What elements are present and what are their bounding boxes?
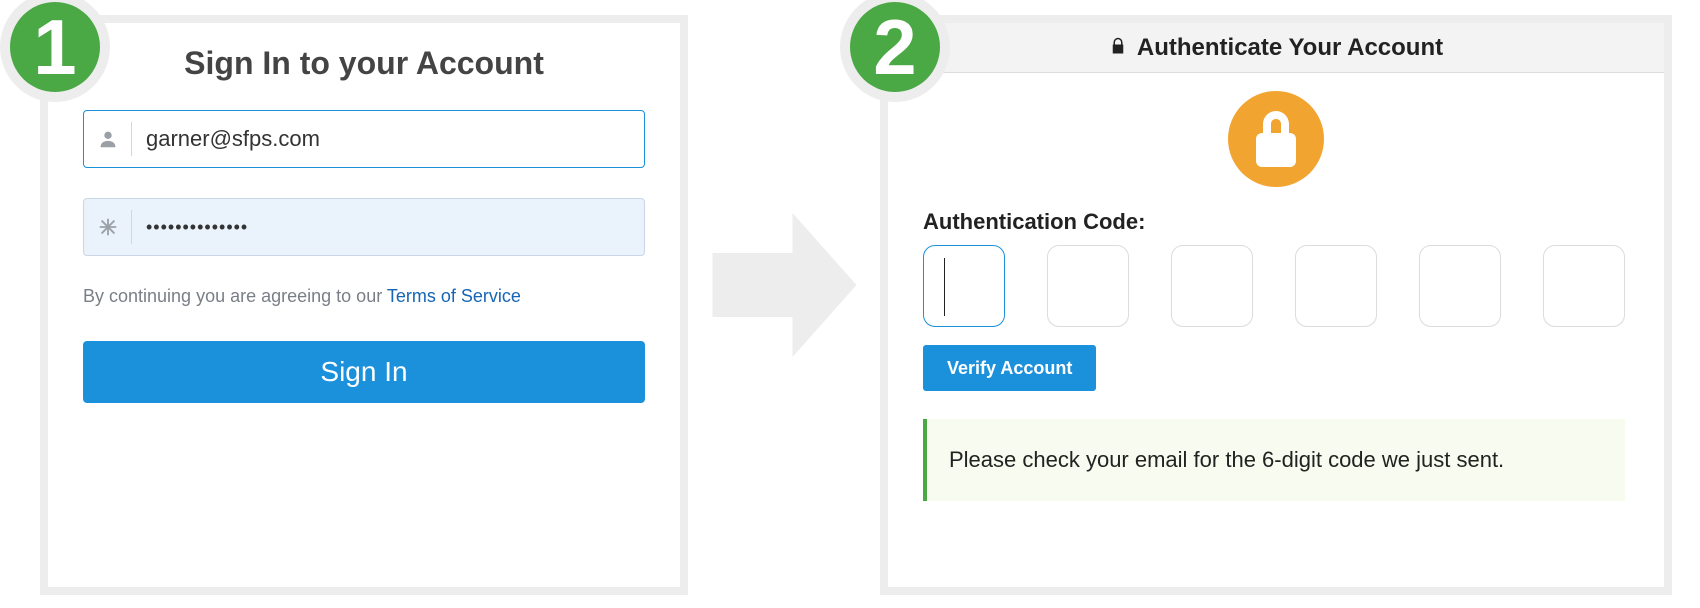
person-icon [84,122,132,156]
code-digit-1[interactable] [923,245,1005,327]
email-input[interactable] [132,111,644,167]
verify-button[interactable]: Verify Account [923,345,1096,391]
asterisk-icon [84,210,132,244]
big-lock-icon [923,89,1629,189]
step-number-2: 2 [850,2,940,92]
arrow-icon [702,205,867,365]
authenticate-card: Authenticate Your Account Authentication… [880,15,1672,595]
tos-prefix: By continuing you are agreeing to our [83,286,387,306]
email-field-wrapper[interactable] [83,110,645,168]
lock-icon [1109,34,1137,62]
code-digit-2[interactable] [1047,245,1129,327]
info-message-text: Please check your email for the 6-digit … [949,447,1504,472]
code-digit-6[interactable] [1543,245,1625,327]
authenticate-title: Authenticate Your Account [1137,34,1443,62]
authenticate-header: Authenticate Your Account [888,23,1664,73]
code-digit-4[interactable] [1295,245,1377,327]
password-input[interactable] [132,199,644,255]
password-field-wrapper[interactable] [83,198,645,256]
signin-title: Sign In to your Account [48,45,680,82]
code-digit-3[interactable] [1171,245,1253,327]
code-digit-5[interactable] [1419,245,1501,327]
signin-card: Sign In to your Account By continuing yo… [40,15,688,595]
signin-button[interactable]: Sign In [83,341,645,403]
code-label: Authentication Code: [923,209,1629,235]
info-message-box: Please check your email for the 6-digit … [923,419,1625,501]
tos-text-row: By continuing you are agreeing to our Te… [83,286,645,307]
tos-link[interactable]: Terms of Service [387,286,521,306]
step-number-1: 1 [10,2,100,92]
diagram-stage: 1 Sign In to your Account By continuin [0,0,1700,608]
code-input-row [923,245,1625,327]
